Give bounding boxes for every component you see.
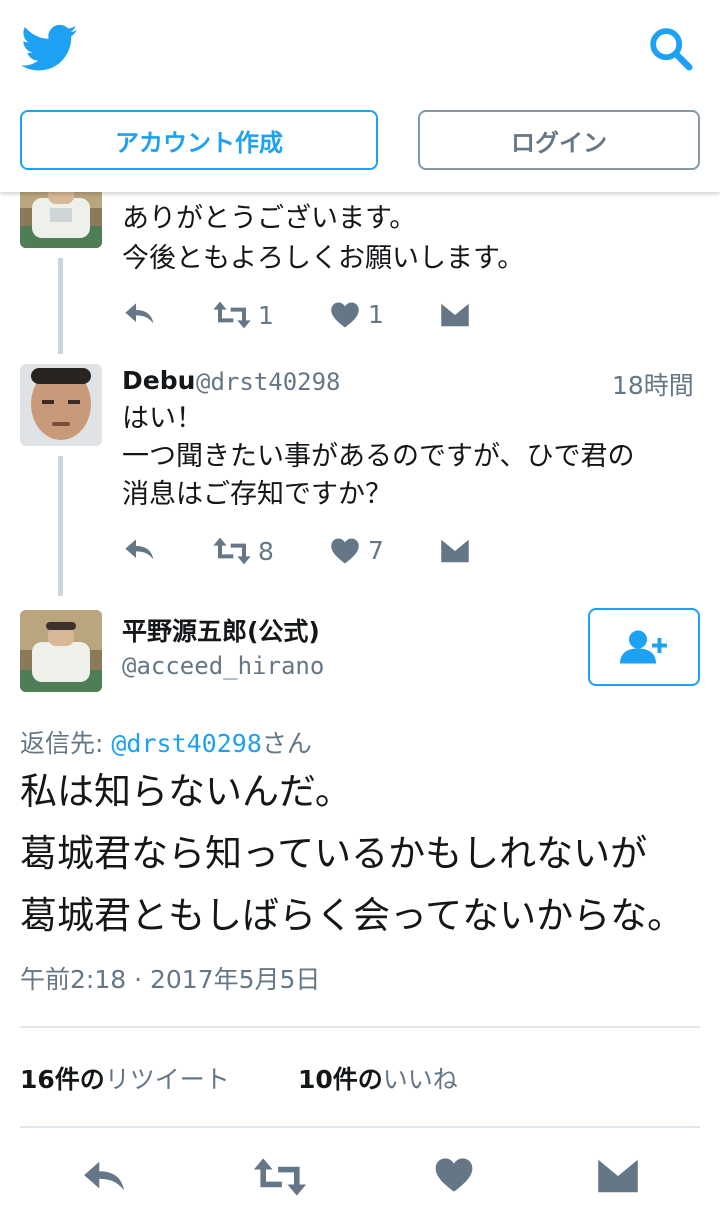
heart-icon xyxy=(331,302,359,327)
tweet-text: 一つ聞きたい事があるのですが、ひで君の xyxy=(122,441,635,472)
heart-icon xyxy=(331,538,359,563)
tweet-text: 消息はご存知ですか？ xyxy=(122,479,392,510)
login-button[interactable]: ログイン xyxy=(418,110,700,170)
author-handle[interactable]: @drst40298 xyxy=(196,368,341,396)
author-name[interactable]: Debu xyxy=(122,366,195,395)
divider xyxy=(20,1026,700,1028)
main-tweet-text: 私は知らないんだ。 葛城君なら知っているかもしれないが 葛城君ともしばらく会って… xyxy=(20,770,685,937)
author-handle[interactable]: @acceed_hirano xyxy=(122,652,324,680)
thread-line xyxy=(58,456,63,596)
dm-button[interactable] xyxy=(596,1158,640,1194)
follow-user-icon xyxy=(620,630,667,664)
like-button[interactable]: 7 xyxy=(330,536,384,565)
author-name[interactable]: 平野源五郎(公式) xyxy=(122,612,320,648)
dm-button[interactable] xyxy=(440,302,470,328)
reply-button[interactable] xyxy=(82,1158,128,1196)
like-button[interactable] xyxy=(434,1156,474,1194)
retweet-icon xyxy=(213,301,251,329)
retweet-count: 1 xyxy=(258,300,274,330)
reply-icon xyxy=(84,1161,124,1191)
envelope-icon xyxy=(441,303,469,327)
retweet-button[interactable]: 8 xyxy=(212,536,274,566)
dm-button[interactable] xyxy=(440,538,470,564)
reply-to-link[interactable]: @drst40298 xyxy=(111,729,262,758)
reply-icon xyxy=(125,539,154,560)
signup-button[interactable]: アカウント作成 xyxy=(20,110,378,170)
twitter-bird-icon[interactable] xyxy=(22,24,78,72)
tweet-text: はい！ xyxy=(122,403,203,434)
like-count: 7 xyxy=(368,536,384,565)
retweet-icon xyxy=(213,537,251,565)
reply-to-line: 返信先: @drst40298さん xyxy=(20,729,312,758)
tweet-timestamp: 午前2:18 · 2017年5月5日 xyxy=(20,965,321,994)
heart-icon xyxy=(435,1158,473,1192)
tweet-text: ありがとうございます。 xyxy=(122,203,417,234)
search-icon[interactable] xyxy=(648,26,694,72)
retweet-count: 8 xyxy=(258,536,274,566)
retweet-button[interactable] xyxy=(252,1156,308,1198)
tweet-time[interactable]: 18時間 xyxy=(612,366,694,402)
retweet-button[interactable]: 1 xyxy=(212,300,274,330)
avatar[interactable] xyxy=(20,364,102,446)
tweet-text: 今後ともよろしくお願いします。 xyxy=(122,243,525,274)
reply-button[interactable] xyxy=(124,536,156,564)
envelope-icon xyxy=(441,539,469,563)
thread-line xyxy=(58,258,63,354)
like-stat[interactable]: 10件のいいね xyxy=(298,1060,458,1096)
retweet-icon xyxy=(253,1158,307,1196)
avatar[interactable] xyxy=(20,610,102,692)
reply-button[interactable] xyxy=(124,300,156,328)
top-bar: アカウント作成 ログイン xyxy=(0,0,720,192)
envelope-icon xyxy=(598,1159,638,1193)
divider xyxy=(20,1126,700,1128)
reply-icon xyxy=(125,303,154,324)
retweet-stat[interactable]: 16件のリツイート xyxy=(20,1060,230,1096)
like-count: 1 xyxy=(368,300,384,329)
like-button[interactable]: 1 xyxy=(330,300,384,329)
follow-button[interactable] xyxy=(588,608,700,686)
